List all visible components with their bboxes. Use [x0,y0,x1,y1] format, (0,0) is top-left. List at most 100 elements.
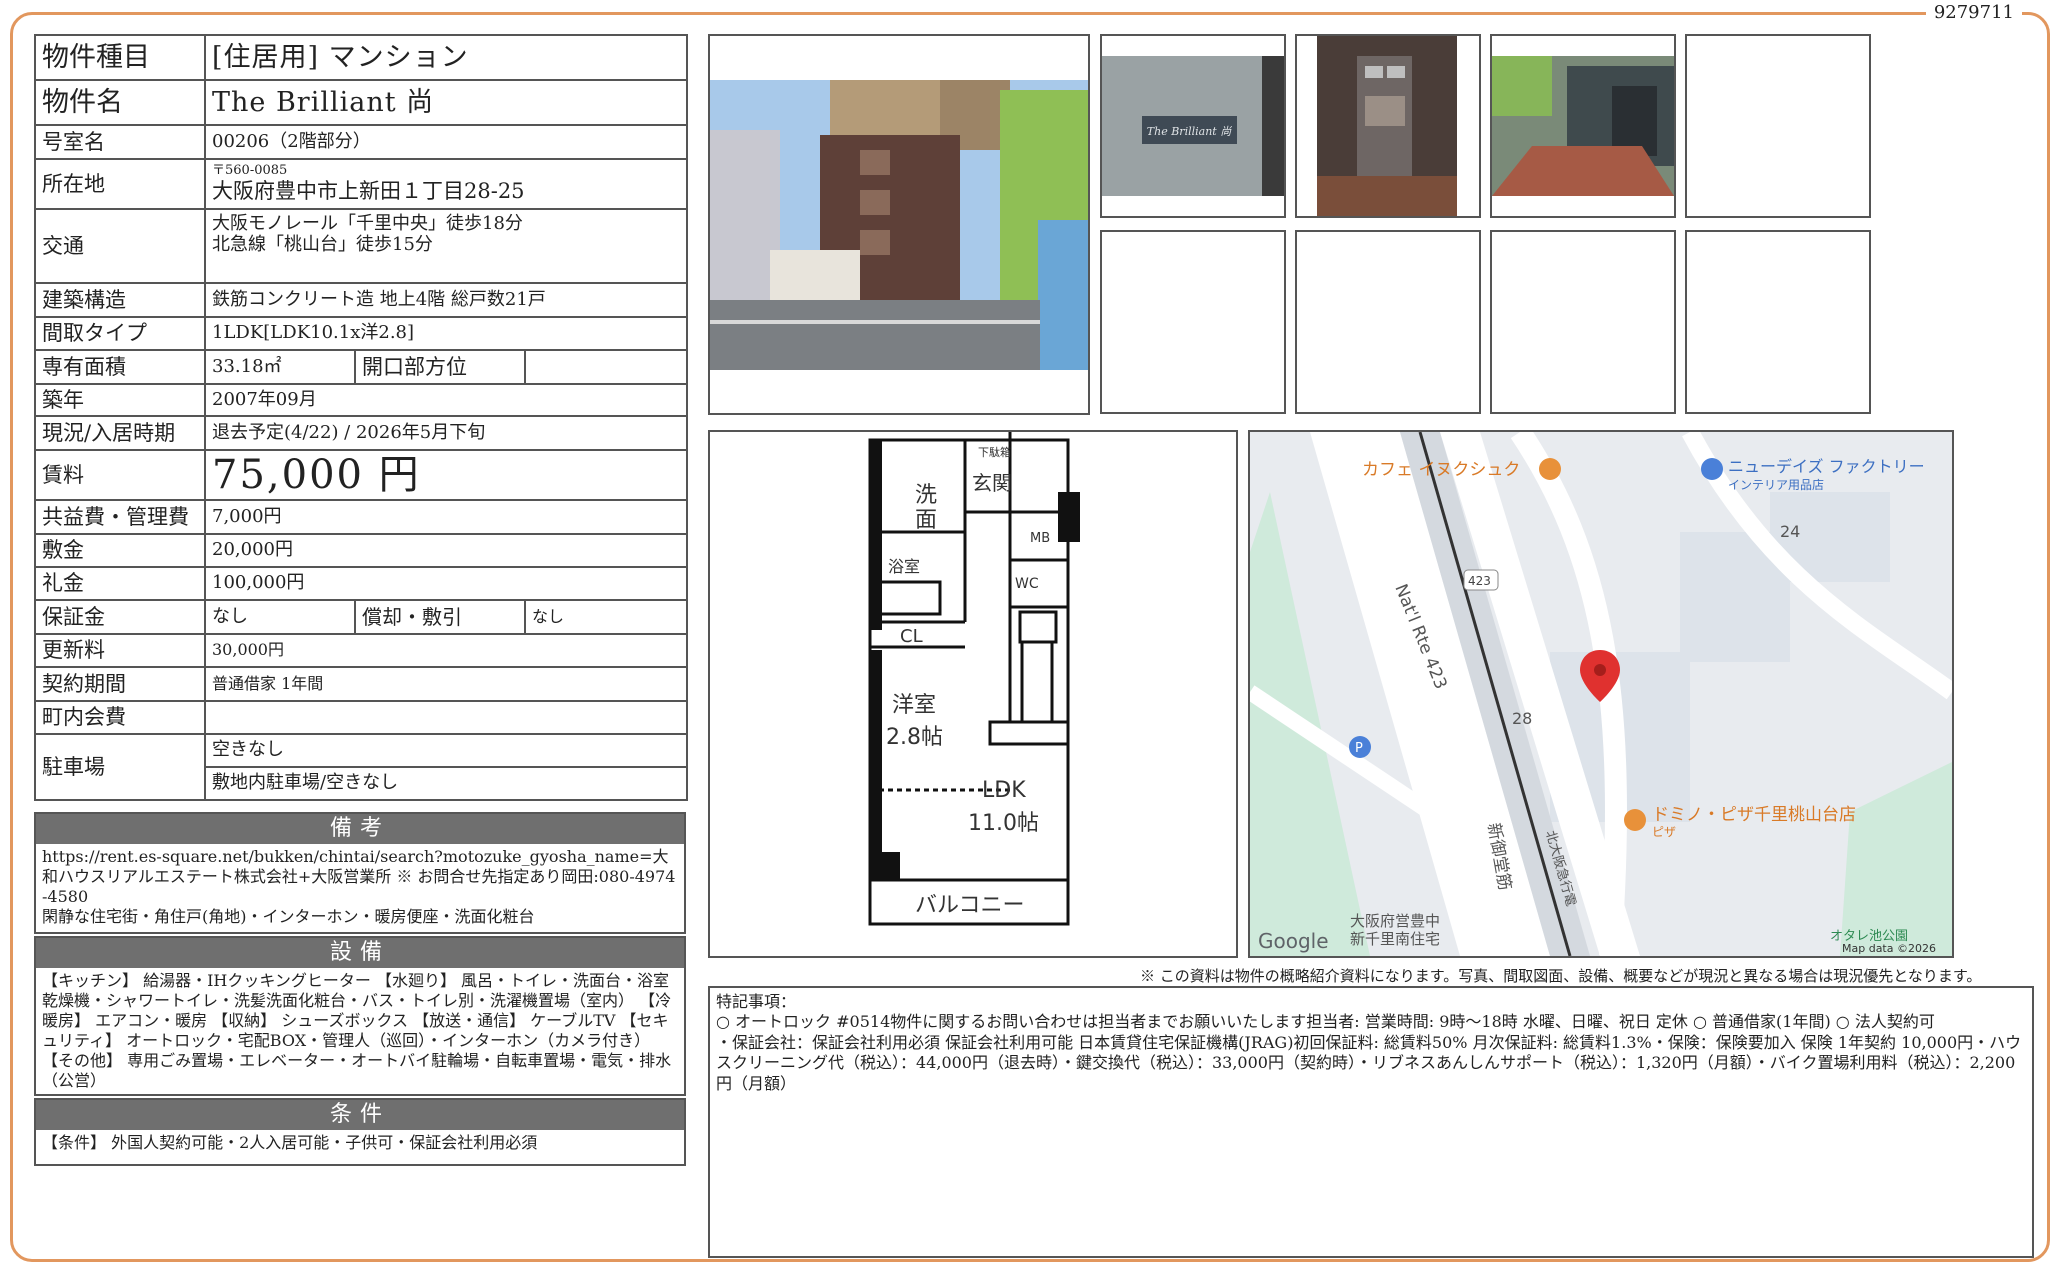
label-rent: 賃料 [34,449,206,501]
zip-code: 〒560-0085 [212,163,288,179]
notes-title: 特記事項： [716,992,797,1011]
value-key-money: 100,000円 [204,566,688,601]
value-rent: 75,000 円 [204,449,688,501]
remarks-header: 備考 [36,814,684,844]
photo-entrance-sign: The Brilliant 尚 [1100,34,1286,218]
fp-wc-label: WC [1015,576,1039,592]
label-area: 専有面積 [34,349,206,385]
fp-western-label-1: 洋室 [892,693,936,718]
map-label-pizza-sub: ピザ [1652,825,1676,839]
value-area: 33.18㎡ [204,349,356,385]
row-type: 物件種目 [住居用] マンション [34,34,688,81]
value-deposit: 20,000円 [204,533,688,568]
label-name: 物件名 [34,79,206,126]
fp-wash-label-1: 洗 [915,483,937,508]
row-access: 交通 大阪モノレール「千里中央」徒歩18分 北急線「桃山台」徒歩15分 [34,208,688,284]
value-status: 退去予定(4/22) / 2026年5月下旬 [204,415,688,451]
row-parking-1: 駐車場 空きなし [34,733,688,801]
photo-approach [1490,34,1676,218]
svg-text:P: P [1355,741,1363,756]
map-image: カフェ イヌクシュク ニューデイズ ファクトリー インテリア用品店 24 28 … [1250,432,1952,956]
label-opening: 開口部方位 [354,349,526,385]
photo-empty-5 [1685,230,1871,414]
approach-image [1492,56,1674,196]
photo-empty-4 [1490,230,1676,414]
value-renewal: 30,000円 [204,633,688,668]
map-label-pizza: ドミノ・ピザ千里桃山台店 [1652,805,1856,825]
value-contract: 普通借家 1年間 [204,666,688,702]
row-area: 専有面積 33.18㎡ 開口部方位 [34,349,688,385]
value-address: 大阪府豊中市上新田１丁目28-25 [212,179,525,204]
map-label-28: 28 [1512,709,1532,728]
access-line-1: 大阪モノレール「千里中央」徒歩18分 [212,213,523,234]
row-deposit: 敷金 20,000円 [34,533,688,568]
facilities-section: 設備 【キッチン】 給湯器・IHクッキングヒーター 【水廻り】 風呂・トイレ・洗… [34,936,686,1096]
value-structure: 鉄筋コンクリート造 地上4階 総戸数21戸 [204,282,688,318]
pizza-icon [1624,809,1646,831]
row-renewal: 更新料 30,000円 [34,633,688,668]
fp-shoe-label: 下駄箱 [978,445,1011,459]
label-renewal: 更新料 [34,633,206,668]
fp-ldk-label-2: 11.0帖 [968,811,1039,836]
floorplan-panel: 下駄箱 洗 面 玄関 MB 浴室 WC CL 洋室 2.8帖 LDK 11.0帖… [708,430,1238,958]
conditions-text: 【条件】 外国人契約可能・2人入居可能・子供可・保証会社利用必須 [42,1133,538,1152]
row-fee: 共益費・管理費 7,000円 [34,499,688,535]
map-label-housing-1: 大阪府営豊中 [1350,912,1440,930]
value-room: 00206（2階部分） [204,124,688,160]
photo-empty-1 [1685,34,1871,218]
map-label-store-sub: インテリア用品店 [1728,478,1824,492]
access-line-2: 北急線「桃山台」徒歩15分 [212,233,433,255]
value-amortization: なし [524,599,688,635]
remarks-section: 備考 https://rent.es-square.net/bukken/chi… [34,812,686,934]
conditions-header: 条件 [36,1100,684,1130]
photo-empty-2 [1100,230,1286,414]
value-opening [524,349,688,385]
label-room: 号室名 [34,124,206,160]
label-address: 所在地 [34,158,206,210]
map-label-housing-2: 新千里南住宅 [1350,930,1440,948]
label-parking: 駐車場 [34,733,206,801]
row-key-money: 礼金 100,000円 [34,566,688,601]
label-community: 町内会費 [34,700,206,735]
map-route-badge: 423 [1468,574,1491,588]
mailbox-image [1317,36,1457,216]
special-notes: 特記事項： ○ オートロック #0514物件に関するお問い合わせは担当者までお願… [708,986,2034,1258]
fp-balcony-label: バルコニー [915,893,1025,918]
google-logo: Google [1258,929,1329,953]
photo-exterior [708,34,1090,415]
row-layout: 間取タイプ 1LDK[LDK10.1x洋2.8] [34,316,688,351]
row-status: 現況/入居時期 退去予定(4/22) / 2026年5月下旬 [34,415,688,451]
row-name: 物件名 The Brilliant 尚 [34,79,688,126]
map-label-store: ニューデイズ ファクトリー [1728,457,1925,476]
remarks-url: https://rent.es-square.net/bukken/chinta… [42,847,676,906]
row-address: 所在地 〒560-0085 大阪府豊中市上新田１丁目28-25 [34,158,688,210]
map-data-credit: Map data ©2026 [1842,942,1936,955]
remarks-text: 閑静な住宅街・角住戸(角地)・インターホン・暖房便座・洗面化粧台 [42,907,535,926]
row-contract: 契約期間 普通借家 1年間 [34,666,688,702]
label-type: 物件種目 [34,34,206,81]
label-status: 現況/入居時期 [34,415,206,451]
map-label-cafe: カフェ イヌクシュク [1362,460,1520,480]
label-deposit: 敷金 [34,533,206,568]
fp-bath-label: 浴室 [888,557,920,576]
row-built: 築年 2007年09月 [34,383,688,417]
conditions-section: 条件 【条件】 外国人契約可能・2人入居可能・子供可・保証会社利用必須 [34,1098,686,1166]
label-layout: 間取タイプ [34,316,206,351]
label-fee: 共益費・管理費 [34,499,206,535]
notes-line-1: ○ オートロック #0514物件に関するお問い合わせは担当者までお願いいたします… [716,1012,1935,1032]
fp-ldk-label-1: LDK [982,778,1026,803]
label-amortization: 償却・敷引 [354,599,526,635]
facilities-header: 設備 [36,938,684,968]
facilities-text: 【キッチン】 給湯器・IHクッキングヒーター 【水廻り】 風呂・トイレ・洗面台・… [42,971,672,1090]
value-guarantee: なし [204,599,356,635]
label-key-money: 礼金 [34,566,206,601]
label-structure: 建築構造 [34,282,206,318]
value-parking-1: 空きなし [204,733,688,768]
value-fee: 7,000円 [204,499,688,535]
label-access: 交通 [34,208,206,284]
value-layout: 1LDK[LDK10.1x洋2.8] [204,316,688,351]
value-parking-2: 敷地内駐車場/空きなし [204,766,688,801]
photo-empty-3 [1295,230,1481,414]
floorplan-drawing: 下駄箱 洗 面 玄関 MB 浴室 WC CL 洋室 2.8帖 LDK 11.0帖… [868,432,1080,926]
value-name: The Brilliant 尚 [204,79,688,126]
